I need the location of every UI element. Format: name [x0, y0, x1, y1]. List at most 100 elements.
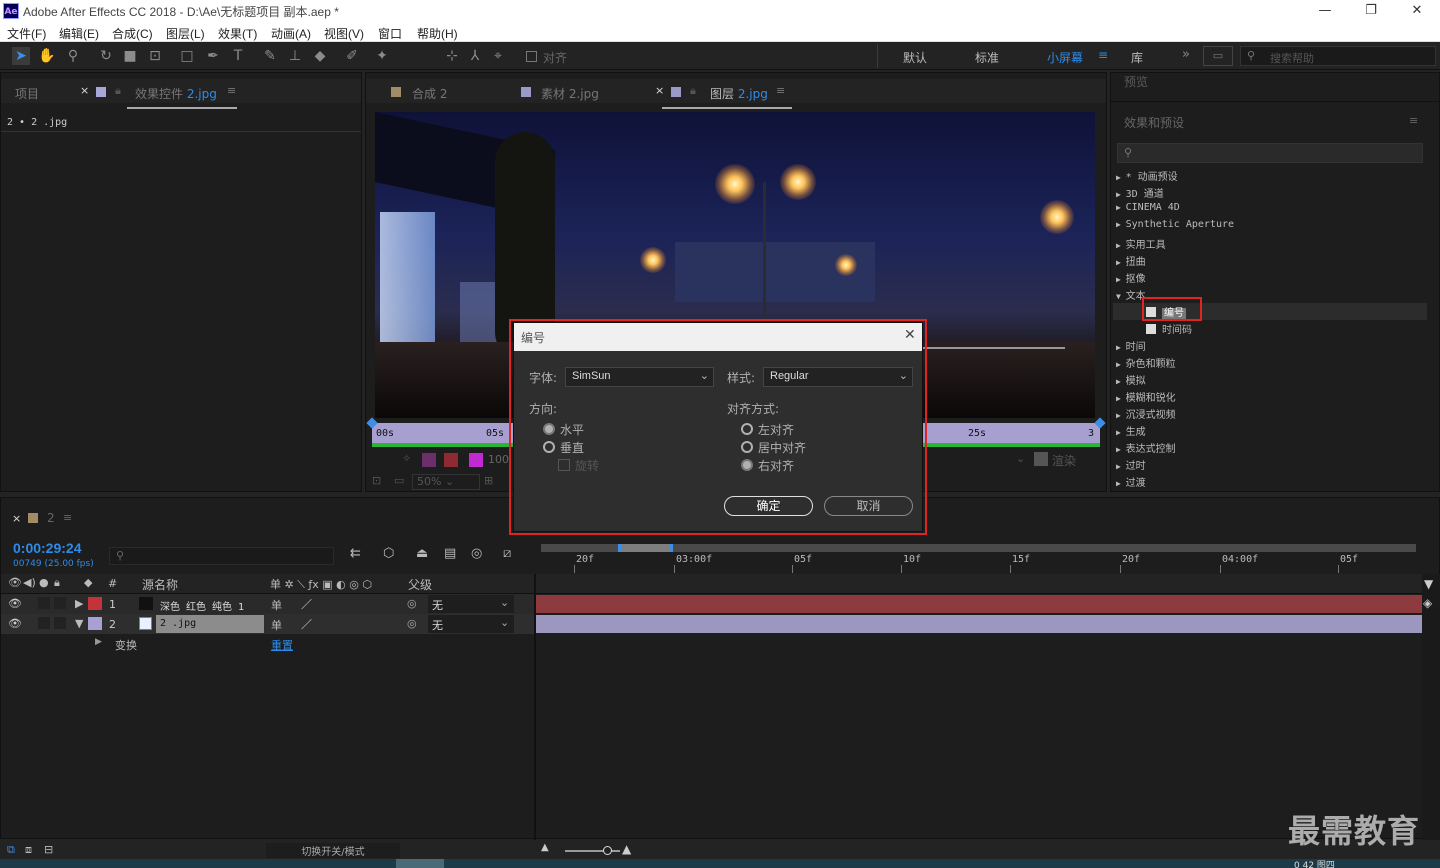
effects-list-item[interactable]: ▶ CINEMA 4D — [1116, 202, 1180, 213]
brush-tool-icon[interactable]: ✎ — [261, 47, 279, 65]
style-select[interactable]: Regular ⌄ — [763, 367, 913, 387]
table-row[interactable]: 👁︎ ▼ 2 2 .jpg 单 ／ ◎ 无 ⌄ — [1, 614, 534, 634]
panel-menu-icon[interactable]: ≡ — [776, 84, 785, 97]
minimize-button[interactable]: — — [1302, 0, 1348, 22]
effects-list-item[interactable]: ▶ 模糊和锐化 — [1116, 389, 1176, 404]
cancel-button[interactable]: 取消 — [824, 496, 913, 516]
effects-list-item[interactable]: ▶ 杂色和颗粒 — [1116, 355, 1176, 370]
overflow-chevron-icon[interactable]: » — [1182, 47, 1190, 62]
effects-list-item[interactable]: ▶ 3D 通道 — [1116, 185, 1164, 200]
time-navigator-handle[interactable] — [618, 544, 673, 552]
align-checkbox[interactable] — [526, 51, 537, 62]
restore-button[interactable]: ❐ — [1348, 0, 1394, 22]
region-icon[interactable]: ⊞ — [484, 474, 493, 487]
puppet-pin-tool-icon[interactable]: ✦ — [373, 47, 391, 65]
align-right-radio[interactable] — [741, 459, 753, 471]
current-timecode[interactable]: 0:00:29:24 — [13, 540, 82, 556]
playhead-jump-icon[interactable]: ◈ — [1423, 596, 1432, 610]
menu-window[interactable]: 窗口 — [378, 25, 402, 42]
comp-settings-icon[interactable]: ⧉ — [7, 843, 15, 857]
red-swatch[interactable] — [444, 453, 458, 467]
roto-brush-tool-icon[interactable]: ✐ — [343, 47, 361, 65]
close-tab-icon[interactable]: × — [655, 84, 664, 97]
tab-project[interactable]: 项目 — [15, 85, 39, 102]
magenta-swatch[interactable] — [422, 453, 436, 467]
solo-switch-icon[interactable]: ● — [39, 576, 49, 589]
close-button[interactable]: ✕ — [1394, 0, 1440, 22]
layer-search-input[interactable]: ⚲ — [109, 547, 334, 565]
parent-dropdown[interactable]: 无 ⌄ — [428, 595, 514, 613]
timeline-scrollbar[interactable] — [1422, 574, 1440, 840]
lock-switch-icon[interactable]: 🔒︎ — [54, 576, 60, 590]
lock-icon[interactable]: 🔒︎ — [690, 84, 696, 98]
menu-animation[interactable]: 动画(A) — [271, 25, 311, 42]
project-item[interactable]: 2 • 2 .jpg — [7, 117, 67, 128]
menu-help[interactable]: 帮助(H) — [417, 25, 458, 42]
menu-file[interactable]: 文件(F) — [7, 25, 46, 42]
close-tab-icon[interactable]: × — [80, 84, 89, 97]
effects-list-item[interactable]: ▶ * 动画预设 — [1116, 168, 1178, 183]
timeline-comp-tab[interactable]: 2 — [47, 511, 55, 525]
ok-button[interactable]: 确定 — [724, 496, 813, 516]
effects-list-item[interactable]: ▶ 模拟 — [1116, 372, 1146, 387]
visibility-icon[interactable]: 👁︎ — [8, 617, 22, 630]
align-center-radio[interactable] — [741, 441, 753, 453]
table-row[interactable]: 👁︎ ▶ 1 深色 红色 纯色 1 单 ／ ◎ 无 ⌄ — [1, 594, 534, 614]
collapse-arrow-icon[interactable]: ▼ — [75, 617, 83, 630]
lock-icon[interactable]: 🔒︎ — [115, 84, 121, 98]
close-tab-icon[interactable]: × — [12, 512, 21, 525]
workspace-menu-icon[interactable]: ≡ — [1098, 48, 1108, 62]
effects-list-item[interactable]: ▶ 生成 — [1116, 423, 1146, 438]
graph-editor-icon[interactable]: ⧄ — [503, 546, 511, 561]
solo-toggle[interactable] — [54, 597, 66, 609]
transform-row[interactable]: ▶ 变换 重置 — [1, 634, 534, 654]
monitor-icon[interactable]: ▭ — [394, 474, 404, 487]
quality-switch-icon[interactable]: ／ — [301, 596, 312, 612]
font-select[interactable]: SimSun ⌄ — [565, 367, 714, 387]
effects-list-item[interactable]: ▶ 过渡 — [1116, 474, 1146, 489]
tab-footage[interactable]: 素材 2.jpg — [541, 85, 599, 102]
pan-behind-tool-icon[interactable]: ⊡ — [146, 47, 164, 65]
type-tool-icon[interactable]: T — [229, 47, 247, 65]
shy-switch-icon[interactable]: 单 — [271, 597, 282, 613]
timeline-ruler[interactable]: 20f 03:00f 05f 10f 15f 20f 04:00f 05f — [536, 553, 1422, 573]
workspace-default[interactable]: 默认 — [903, 49, 927, 66]
menu-effect[interactable]: 效果(T) — [218, 25, 257, 42]
effects-list-item[interactable]: ▶ 时间 — [1116, 338, 1146, 353]
purple-swatch[interactable] — [469, 453, 483, 467]
layer-label-color[interactable] — [88, 617, 102, 630]
selection-tool-icon[interactable]: ➤ — [12, 47, 30, 65]
effects-list-item[interactable]: ▶ Synthetic Aperture — [1116, 219, 1234, 230]
layer-label-color[interactable] — [88, 597, 102, 610]
motion-blur-icon[interactable]: ◎ — [471, 546, 482, 561]
sync-icon[interactable]: ▭ — [1203, 46, 1233, 66]
zoom-dropdown[interactable]: 50% ⌄ — [412, 474, 480, 490]
effects-list-item[interactable]: ▶ 实用工具 — [1116, 236, 1166, 251]
zoom-slider-thumb[interactable] — [603, 846, 612, 855]
parent-pick-whip-icon[interactable]: ◎ — [407, 597, 417, 610]
camera-tool-icon[interactable]: ■ — [121, 47, 139, 65]
quality-switch-icon[interactable]: ／ — [301, 616, 312, 632]
effects-list-item[interactable]: ▶ 沉浸式视频 — [1116, 406, 1176, 421]
pen-tool-icon[interactable]: ✒ — [204, 47, 222, 65]
workspace-standard[interactable]: 标准 — [975, 49, 999, 66]
audio-toggle[interactable] — [38, 617, 50, 629]
expand-arrow-icon[interactable]: ▶ — [75, 597, 83, 610]
reset-link[interactable]: 重置 — [271, 637, 293, 653]
menu-view[interactable]: 视图(V) — [324, 25, 364, 42]
tab-layer[interactable]: 图层 2.jpg — [710, 85, 768, 102]
render-checkbox[interactable] — [1034, 452, 1048, 466]
rectangle-tool-icon[interactable]: □ — [178, 47, 196, 65]
effects-list-item[interactable]: ▶ 扭曲 — [1116, 253, 1146, 268]
workspace-small-screen[interactable]: 小屏幕 — [1047, 49, 1083, 66]
parent-dropdown[interactable]: 无 ⌄ — [428, 615, 514, 633]
taskbar-button[interactable] — [396, 859, 444, 868]
tab-composition[interactable]: 合成 2 — [412, 85, 447, 102]
effects-search-input[interactable]: ⚲ — [1117, 143, 1423, 163]
video-switch-icon[interactable]: 👁︎ — [8, 576, 22, 589]
zoom-out-icon[interactable]: ▲ — [541, 842, 549, 853]
effects-list-item[interactable]: ▶ 表达式控制 — [1116, 440, 1176, 455]
shy-icon[interactable]: ⏏ — [416, 546, 428, 561]
menu-composition[interactable]: 合成(C) — [112, 25, 153, 42]
effects-list-item[interactable]: 时间码 — [1146, 321, 1192, 336]
